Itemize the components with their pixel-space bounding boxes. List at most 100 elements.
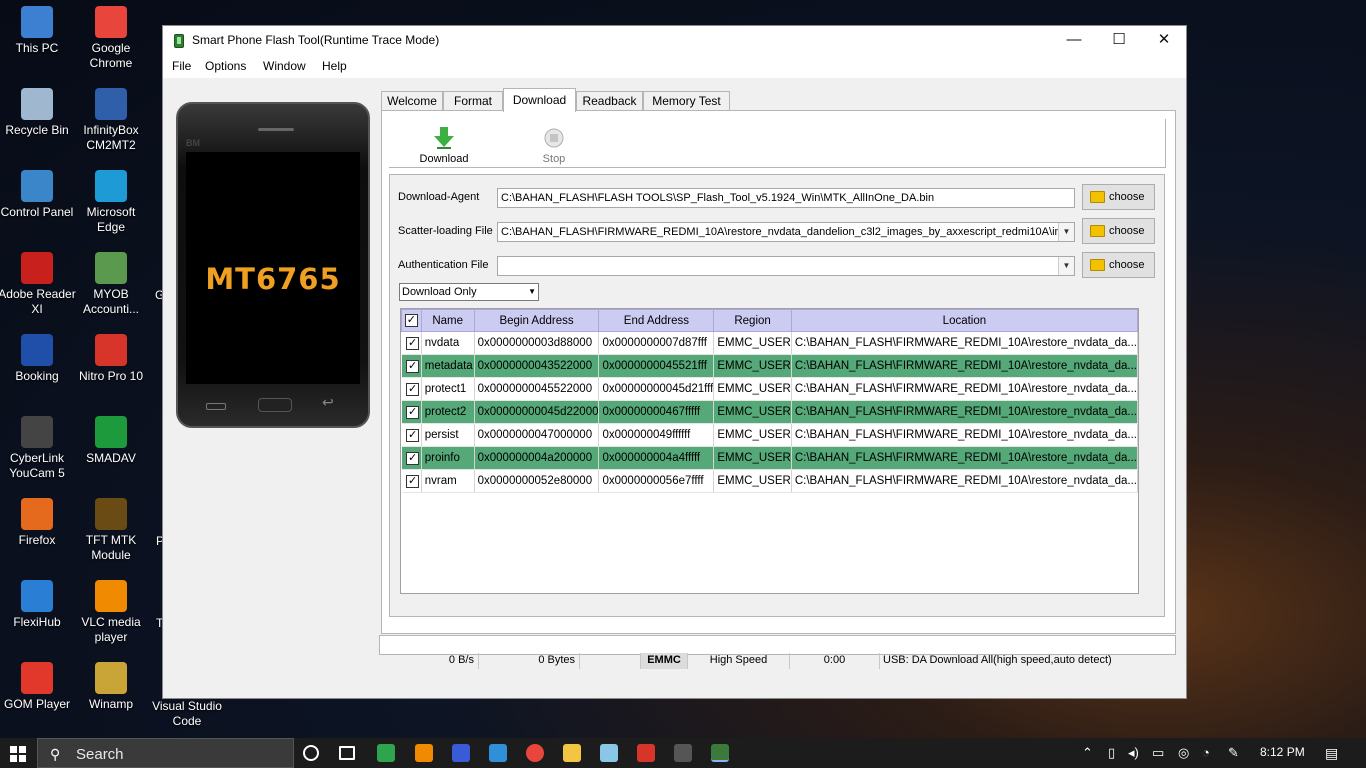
wifi-icon[interactable]: ◔ bbox=[1202, 745, 1210, 760]
desktop-icon-item[interactable]: CyberLink YouCam 5 bbox=[0, 416, 76, 481]
column-header-region[interactable]: Region bbox=[713, 309, 792, 332]
menu-help[interactable]: Help bbox=[322, 59, 347, 73]
desktop-icon-item[interactable]: Firefox bbox=[0, 498, 76, 548]
google-drive-icon[interactable] bbox=[377, 744, 395, 762]
table-row[interactable]: ✓ protect2 0x00000000045d22000 0x0000000046… bbox=[401, 400, 1139, 424]
meet-icon[interactable]: ◎ bbox=[1178, 745, 1189, 761]
desktop-icon-item[interactable]: VLC media player bbox=[72, 580, 150, 645]
partition-checkbox[interactable]: ✓ bbox=[406, 405, 420, 419]
tab-welcome[interactable]: Welcome bbox=[381, 91, 443, 111]
partition-checkbox[interactable]: ✓ bbox=[406, 451, 420, 465]
download-mode-select[interactable]: Download Only ▼ bbox=[399, 283, 539, 301]
vlc-taskbar-icon[interactable] bbox=[415, 744, 433, 762]
row-checkbox-cell: ✓ bbox=[401, 423, 422, 447]
windows-start-button[interactable] bbox=[10, 746, 26, 762]
desktop-icon-item[interactable]: FlexiHub bbox=[0, 580, 76, 630]
gom-player-icon bbox=[21, 662, 53, 694]
tab-format[interactable]: Format bbox=[443, 91, 503, 111]
desktop-icon-item[interactable]: SMADAV bbox=[72, 416, 150, 466]
desktop-icon-label: CyberLink YouCam 5 bbox=[9, 451, 65, 480]
close-button[interactable]: ✕ bbox=[1141, 26, 1187, 56]
desktop-icon-item[interactable]: Booking bbox=[0, 334, 76, 384]
column-header-end-address[interactable]: End Address bbox=[598, 309, 715, 332]
pen-icon[interactable]: ✎ bbox=[1228, 745, 1239, 761]
table-row[interactable]: ✓ persist 0x0000000047000000 0x000000049fff… bbox=[401, 423, 1139, 447]
desktop-icon-item[interactable]: InfinityBox CM2MT2 bbox=[72, 88, 150, 153]
maximize-button[interactable]: ☐ bbox=[1096, 26, 1142, 56]
location-cell: C:\BAHAN_FLASH\FIRMWARE_REDMI_10A\restor… bbox=[791, 377, 1139, 401]
file-explorer-icon[interactable] bbox=[563, 744, 581, 762]
menu-window[interactable]: Window bbox=[263, 59, 306, 73]
partition-checkbox[interactable]: ✓ bbox=[406, 382, 420, 396]
menu-file[interactable]: File bbox=[172, 59, 191, 73]
table-row[interactable]: ✓ metadata 0x0000000043522000 0x00000000455… bbox=[401, 354, 1139, 378]
table-row[interactable]: ✓ proinfo 0x000000004a200000 0x000000004a4f… bbox=[401, 446, 1139, 470]
select-all-checkbox[interactable]: ✓ bbox=[404, 314, 418, 327]
flash-tool-taskbar-icon[interactable] bbox=[711, 744, 729, 762]
stop-button[interactable]: Stop bbox=[519, 127, 589, 165]
desktop-icon-item[interactable]: Nitro Pro 10 bbox=[72, 334, 150, 384]
flash-app-taskbar-icon[interactable] bbox=[637, 744, 655, 762]
desktop-icon-label: Winamp bbox=[88, 697, 133, 711]
chevron-up-icon[interactable]: ⌃ bbox=[1082, 745, 1093, 761]
desktop-icon-item[interactable]: Winamp bbox=[72, 662, 150, 712]
download-button[interactable]: Download bbox=[409, 127, 479, 165]
desktop-icon-item[interactable]: Adobe Reader XI bbox=[0, 252, 76, 317]
desktop-icon-item[interactable]: Google Chrome bbox=[72, 6, 150, 71]
column-header-location[interactable]: Location bbox=[790, 309, 1139, 332]
menu-options[interactable]: Options bbox=[205, 59, 246, 73]
desktop-icon-visual-studio-code[interactable]: Visual Studio Code bbox=[149, 699, 225, 729]
scatter-loading-field[interactable]: C:\BAHAN_FLASH\FIRMWARE_REDMI_10A\restor… bbox=[497, 222, 1075, 242]
battery-icon[interactable]: ▭ bbox=[1152, 745, 1164, 761]
partition-checkbox[interactable]: ✓ bbox=[406, 474, 420, 488]
terminal-icon[interactable] bbox=[674, 744, 692, 762]
tab-download[interactable]: Download bbox=[503, 88, 576, 112]
table-row[interactable]: ✓ nvdata 0x0000000003d88000 0x0000000007d87… bbox=[401, 331, 1139, 355]
menu-bar: File Options Window Help bbox=[163, 56, 1186, 78]
desktop-icon-item[interactable]: Control Panel bbox=[0, 170, 76, 220]
begin-address-cell: 0x00000000045d22000 bbox=[474, 400, 600, 424]
app-taskbar-icon[interactable] bbox=[452, 744, 470, 762]
progress-bar bbox=[379, 635, 1176, 655]
task-view-icon[interactable] bbox=[339, 746, 355, 760]
volume-icon[interactable]: ◂) bbox=[1128, 745, 1139, 761]
usb-icon[interactable]: ▯ bbox=[1108, 745, 1115, 761]
partition-grid: ✓ Name Begin Address End Address Region … bbox=[401, 309, 1139, 493]
desktop-icon-item[interactable]: TFT MTK Module bbox=[72, 498, 150, 563]
taskbar-search-box[interactable]: ⚲ Search bbox=[37, 738, 294, 768]
choose-authentication-button[interactable]: choose bbox=[1082, 252, 1155, 278]
phone-menu-button-icon bbox=[206, 403, 226, 410]
notepad-icon[interactable] bbox=[600, 744, 618, 762]
title-bar[interactable]: Smart Phone Flash Tool(Runtime Trace Mod… bbox=[163, 26, 1186, 56]
column-header-begin-address[interactable]: Begin Address bbox=[473, 309, 600, 332]
partition-checkbox[interactable]: ✓ bbox=[406, 336, 420, 350]
tab-memory-test[interactable]: Memory Test bbox=[643, 91, 730, 111]
vlc-icon bbox=[95, 580, 127, 612]
desktop-icon-item[interactable]: Microsoft Edge bbox=[72, 170, 150, 235]
partition-checkbox[interactable]: ✓ bbox=[406, 359, 420, 373]
desktop-icon-item[interactable]: MYOB Accounti... bbox=[72, 252, 150, 317]
taskbar-clock[interactable]: 8:12 PM bbox=[1260, 745, 1305, 759]
partition-checkbox[interactable]: ✓ bbox=[406, 428, 420, 442]
desktop-icon-item[interactable]: Recycle Bin bbox=[0, 88, 76, 138]
notifications-icon[interactable]: ▤ bbox=[1325, 745, 1338, 762]
choose-download-agent-button[interactable]: choose bbox=[1082, 184, 1155, 210]
cortana-icon[interactable] bbox=[303, 745, 319, 761]
desktop-icon-item[interactable]: GOM Player bbox=[0, 662, 76, 712]
mail-icon[interactable] bbox=[489, 744, 507, 762]
chevron-down-icon[interactable]: ▼ bbox=[1058, 223, 1074, 241]
table-row[interactable]: ✓ nvram 0x0000000052e80000 0x0000000056e7ff… bbox=[401, 469, 1139, 493]
end-address-cell: 0x00000000467fffff bbox=[598, 400, 715, 424]
minimize-button[interactable]: — bbox=[1051, 26, 1097, 56]
download-agent-field[interactable]: C:\BAHAN_FLASH\FLASH TOOLS\SP_Flash_Tool… bbox=[497, 188, 1075, 208]
authentication-file-field[interactable]: ▼ bbox=[497, 256, 1075, 276]
tab-readback[interactable]: Readback bbox=[576, 91, 643, 111]
chevron-down-icon[interactable]: ▼ bbox=[1058, 257, 1074, 275]
table-row[interactable]: ✓ protect1 0x0000000045522000 0x00000000045… bbox=[401, 377, 1139, 401]
desktop-icon-item[interactable]: This PC bbox=[0, 6, 76, 56]
end-address-cell: 0x0000000045521fff bbox=[598, 354, 715, 378]
end-address-cell: 0x000000004a4fffff bbox=[598, 446, 715, 470]
choose-scatter-button[interactable]: choose bbox=[1082, 218, 1155, 244]
column-header-name[interactable]: Name bbox=[420, 309, 475, 332]
chrome-taskbar-icon[interactable] bbox=[526, 744, 544, 762]
